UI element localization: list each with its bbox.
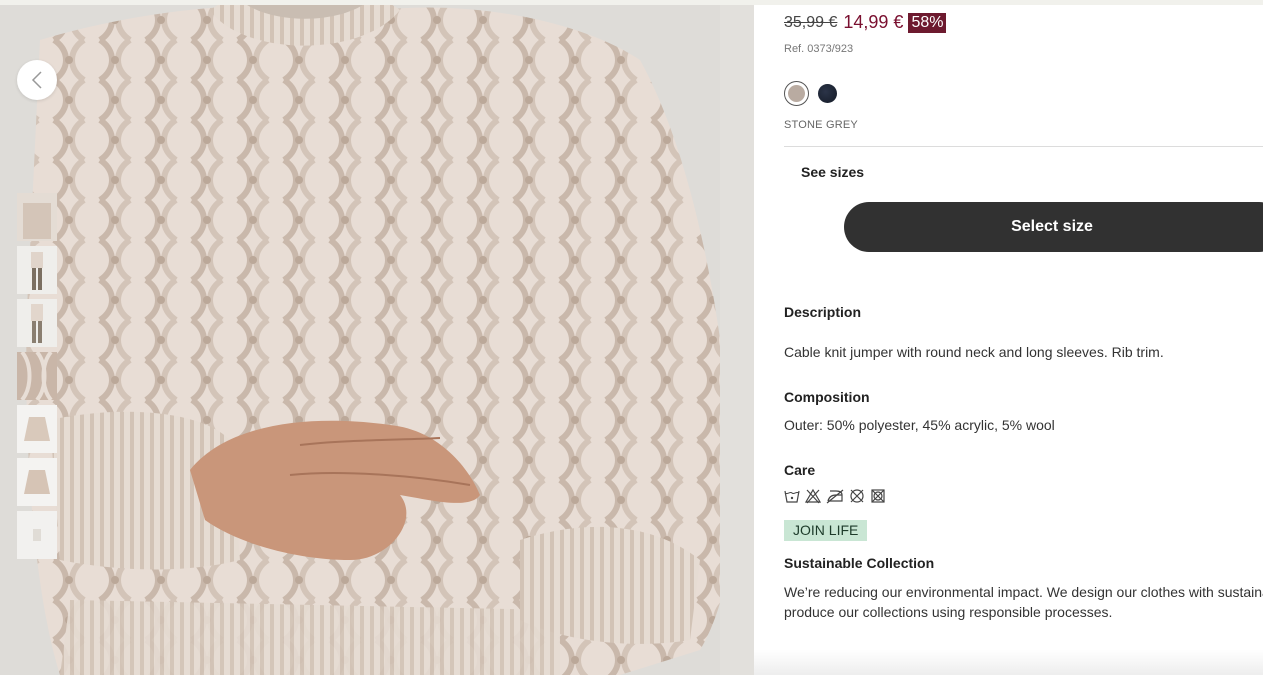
thumbnail-image bbox=[17, 246, 57, 294]
thumbnail-flat-back[interactable] bbox=[17, 458, 57, 506]
color-swatch-stone-grey[interactable] bbox=[784, 81, 809, 106]
bottom-fade bbox=[754, 650, 1263, 675]
description-heading: Description bbox=[784, 304, 862, 320]
care-icons bbox=[784, 488, 886, 504]
original-price: 35,99 € bbox=[784, 13, 838, 31]
description-text: Cable knit jumper with round neck and lo… bbox=[784, 344, 1164, 360]
care-heading: Care bbox=[784, 462, 816, 478]
discount-badge: 58% bbox=[908, 12, 947, 33]
composition-text: Outer: 50% polyester, 45% acrylic, 5% wo… bbox=[784, 417, 1055, 433]
thumbnail-image bbox=[17, 352, 57, 400]
swatch-fill bbox=[788, 85, 805, 102]
sustainable-text-line-2: produce our collections using responsibl… bbox=[784, 604, 1113, 620]
chevron-left-icon bbox=[31, 71, 42, 89]
color-swatch-navy[interactable] bbox=[818, 84, 837, 103]
thumbnail-label[interactable] bbox=[17, 511, 57, 559]
thumbnail-image bbox=[17, 405, 57, 453]
iron-low-icon bbox=[826, 489, 844, 504]
do-not-tumble-dry-icon bbox=[871, 489, 885, 503]
sustainable-collection-text: We’re reducing our environmental impact.… bbox=[784, 582, 1263, 622]
composition-heading: Composition bbox=[784, 389, 870, 405]
do-not-bleach-icon bbox=[805, 488, 821, 504]
thumbnail-knit-detail[interactable] bbox=[17, 352, 57, 400]
wash-30-icon bbox=[784, 490, 800, 503]
select-size-button[interactable]: Select size bbox=[844, 202, 1263, 252]
thumbnail-image bbox=[17, 511, 57, 559]
join-life-badge: JOIN LIFE bbox=[784, 520, 868, 541]
thumbnail-image bbox=[17, 458, 57, 506]
thumbnail-image bbox=[17, 299, 57, 347]
product-reference: Ref. 0373/923 bbox=[784, 43, 854, 55]
sale-price: 14,99 € bbox=[843, 12, 904, 32]
divider bbox=[784, 146, 1263, 147]
sustainable-collection-heading: Sustainable Collection bbox=[784, 555, 935, 571]
previous-image-button[interactable] bbox=[17, 60, 57, 100]
top-bar bbox=[0, 0, 1263, 5]
thumbnail-flat-front[interactable] bbox=[17, 405, 57, 453]
thumbnail-full-body-side[interactable] bbox=[17, 299, 57, 347]
see-sizes-link[interactable]: See sizes bbox=[801, 164, 864, 180]
thumbnail-image bbox=[17, 193, 57, 241]
sustainable-text-line-1: We’re reducing our environmental impact.… bbox=[784, 584, 1263, 600]
thumbnail-detail[interactable] bbox=[17, 193, 57, 241]
selected-color-name: STONE GREY bbox=[784, 119, 858, 131]
thumbnail-strip bbox=[17, 193, 57, 564]
product-info-panel: 35,99 € 14,99 € 58% Ref. 0373/923 STONE … bbox=[754, 0, 1263, 675]
price-block: 35,99 € 14,99 € 58% bbox=[784, 12, 947, 33]
product-main-image bbox=[0, 0, 754, 675]
thumbnail-full-body-front[interactable] bbox=[17, 246, 57, 294]
product-gallery bbox=[0, 0, 754, 675]
do-not-dry-clean-icon bbox=[850, 489, 864, 503]
